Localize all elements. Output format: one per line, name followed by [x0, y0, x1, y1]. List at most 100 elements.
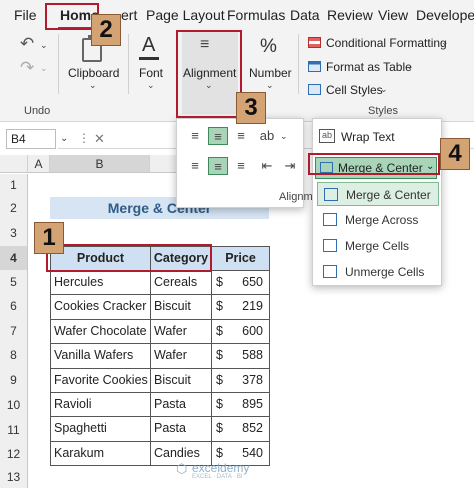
category-cell[interactable]: Biscuit — [150, 367, 212, 393]
row-header[interactable]: 4 — [0, 246, 28, 270]
table-header-cell[interactable]: Price — [211, 246, 270, 271]
product-cell[interactable]: Spaghetti — [50, 416, 151, 442]
clipboard-caret-icon[interactable]: ⌄ — [89, 80, 97, 91]
bottom-align-icon[interactable]: ≡ — [231, 127, 251, 145]
tab-page-layout[interactable]: Page Layout — [146, 7, 225, 23]
ribbon-separator — [298, 34, 299, 94]
redo-icon[interactable]: ↷ — [20, 58, 34, 78]
font-button[interactable]: Font — [139, 66, 163, 80]
tab-view[interactable]: View — [378, 7, 408, 23]
price-cell[interactable]: $852 — [211, 416, 270, 442]
product-cell[interactable]: Hercules — [50, 270, 151, 296]
row-header[interactable]: 5 — [0, 270, 28, 294]
menu-item-label: Merge Across — [345, 213, 419, 227]
price-value: 895 — [242, 397, 263, 411]
currency-symbol: $ — [216, 275, 223, 289]
conditional-formatting-caret-icon[interactable]: ⌄ — [441, 37, 449, 48]
undo-dropdown-icon[interactable]: ⌄ — [40, 40, 48, 51]
number-button[interactable]: Number — [249, 66, 292, 80]
row-header[interactable]: 11 — [0, 418, 28, 442]
category-cell[interactable]: Pasta — [150, 392, 212, 418]
product-cell[interactable]: Vanilla Wafers — [50, 343, 151, 369]
align-left-icon[interactable]: ≡ — [185, 157, 205, 175]
tab-developer[interactable]: Developer — [416, 7, 474, 23]
cell-styles-button[interactable]: Cell Styles — [326, 83, 383, 97]
product-cell[interactable]: Karakum — [50, 440, 151, 467]
row-header[interactable]: 3 — [0, 220, 28, 246]
increase-indent-icon[interactable]: ⇥ — [280, 157, 300, 175]
row-header[interactable]: 12 — [0, 442, 28, 466]
menu-item-merge-center[interactable]: Merge & Center — [317, 182, 439, 206]
name-box[interactable]: B4 — [6, 129, 56, 149]
row-header[interactable]: 7 — [0, 319, 28, 343]
tab-data[interactable]: Data — [290, 7, 320, 23]
price-value: 600 — [242, 323, 263, 338]
font-icon[interactable]: A — [142, 34, 155, 57]
middle-align-icon[interactable]: ≡ — [208, 127, 228, 145]
undo-icon[interactable]: ↶ — [20, 34, 34, 54]
price-value: 588 — [242, 348, 263, 363]
price-cell[interactable]: $600 — [211, 318, 270, 345]
row-header[interactable]: 13 — [0, 466, 28, 488]
price-cell[interactable]: $895 — [211, 392, 270, 418]
merge-menu: ab Wrap Text Merge & Center ⌄ Merge & Ce… — [312, 118, 442, 286]
decrease-indent-icon[interactable]: ⇤ — [257, 157, 277, 175]
row-header[interactable]: 8 — [0, 343, 28, 368]
row-header[interactable]: 1 — [0, 174, 28, 197]
merge-center-icon — [324, 188, 338, 201]
category-cell[interactable]: Wafer — [150, 343, 212, 369]
category-cell[interactable]: Pasta — [150, 416, 212, 442]
format-as-table-caret-icon[interactable]: ⌄ — [406, 61, 414, 72]
price-cell[interactable]: $650 — [211, 270, 270, 296]
price-value: 650 — [242, 275, 263, 289]
product-cell[interactable]: Cookies Cracker — [50, 294, 151, 320]
align-right-icon[interactable]: ≡ — [231, 157, 251, 175]
tab-file[interactable]: File — [14, 7, 37, 23]
clipboard-button[interactable]: Clipboard — [68, 66, 119, 80]
align-center-icon[interactable]: ≡ — [208, 157, 228, 175]
top-align-icon[interactable]: ≡ — [185, 127, 205, 145]
category-cell[interactable]: Wafer — [150, 318, 212, 345]
conditional-formatting-button[interactable]: Conditional Formatting — [326, 36, 447, 50]
menu-item-merge-cells[interactable]: Merge Cells — [317, 234, 439, 258]
wrap-text-icon: ab — [319, 129, 335, 143]
font-color-bar — [139, 57, 159, 60]
tab-formulas[interactable]: Formulas — [227, 7, 285, 23]
wrap-text-button[interactable]: Wrap Text — [341, 130, 395, 144]
redo-dropdown-icon[interactable]: ⌄ — [40, 63, 48, 74]
price-cell[interactable]: $588 — [211, 343, 270, 369]
category-cell[interactable]: Cereals — [150, 270, 212, 296]
row-header[interactable]: 9 — [0, 368, 28, 393]
watermark-icon: ⬡ — [176, 461, 188, 476]
product-cell[interactable]: Ravioli — [50, 392, 151, 418]
tab-insert[interactable]: ert — [121, 7, 137, 23]
menu-item-merge-across[interactable]: Merge Across — [317, 208, 439, 232]
currency-symbol: $ — [216, 372, 223, 387]
price-cell[interactable]: $378 — [211, 367, 270, 393]
annotation-badge-2: 2 — [91, 14, 121, 46]
font-caret-icon[interactable]: ⌄ — [147, 80, 155, 91]
product-cell[interactable]: Favorite Cookies — [50, 367, 151, 393]
column-header-b[interactable]: B — [50, 155, 150, 173]
orientation-caret-icon[interactable]: ⌄ — [280, 131, 288, 142]
column-header-a[interactable]: A — [28, 155, 50, 173]
row-header[interactable]: 2 — [0, 197, 28, 220]
menu-item-unmerge-cells[interactable]: Unmerge Cells — [317, 260, 439, 284]
select-all-corner[interactable] — [0, 155, 28, 173]
number-caret-icon[interactable]: ⌄ — [266, 80, 274, 91]
price-cell[interactable]: $219 — [211, 294, 270, 320]
category-cell[interactable]: Biscuit — [150, 294, 212, 320]
orientation-icon[interactable]: ab — [257, 127, 277, 145]
format-as-table-button[interactable]: Format as Table — [326, 60, 412, 74]
tab-review[interactable]: Review — [327, 7, 373, 23]
product-cell[interactable]: Wafer Chocolate — [50, 318, 151, 345]
currency-symbol: $ — [216, 323, 223, 338]
percent-icon[interactable]: % — [260, 36, 277, 58]
row-header[interactable]: 10 — [0, 393, 28, 418]
row-header[interactable]: 6 — [0, 294, 28, 319]
price-value: 219 — [242, 299, 263, 314]
ribbon-separator — [128, 34, 129, 94]
currency-symbol: $ — [216, 299, 223, 314]
cell-styles-caret-icon[interactable]: ⌄ — [380, 84, 388, 95]
annotation-badge-3: 3 — [236, 92, 266, 124]
